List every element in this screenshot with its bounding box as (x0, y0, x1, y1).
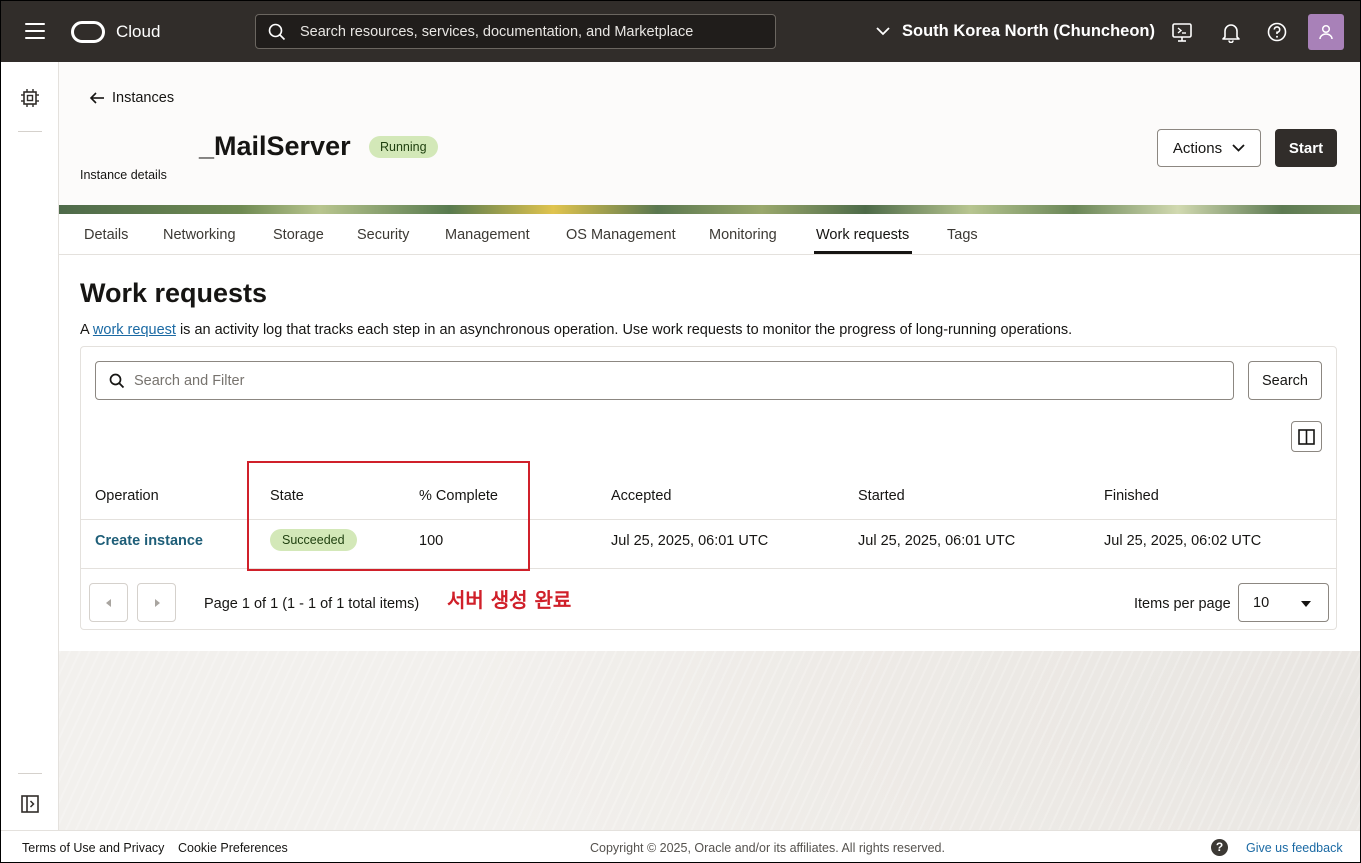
user-avatar[interactable] (1308, 14, 1344, 50)
page-title: _MailServer (199, 131, 351, 161)
next-page-button[interactable] (137, 583, 176, 622)
back-to-instances-link[interactable]: Instances (89, 90, 174, 106)
operation-link[interactable]: Create instance (95, 533, 203, 549)
column-header-finished[interactable]: Finished (1104, 488, 1159, 504)
tab-bar: Details Networking Storage Security Mana… (59, 214, 1360, 255)
feedback-link[interactable]: Give us feedback (1246, 841, 1343, 855)
column-header-operation[interactable]: Operation (95, 488, 159, 504)
description-suffix: is an activity log that tracks each step… (175, 322, 1073, 338)
items-per-page-label: Items per page (1134, 596, 1231, 612)
active-tab-indicator (814, 251, 912, 254)
page-header: Instances _MailServer Running Instance d… (59, 62, 1360, 205)
bell-icon[interactable] (1220, 21, 1242, 43)
arrow-left-icon (89, 92, 104, 104)
help-icon[interactable] (1266, 21, 1288, 43)
section-heading: Work requests (80, 278, 268, 308)
expand-panel-icon[interactable] (21, 795, 39, 813)
user-icon (1319, 24, 1333, 40)
start-button[interactable]: Start (1275, 129, 1337, 167)
column-header-started[interactable]: Started (858, 488, 905, 504)
tab-work-requests[interactable]: Work requests (816, 227, 909, 243)
top-navigation-bar: Cloud South Korea North (Chuncheon) (1, 1, 1360, 62)
items-per-page-value: 10 (1253, 595, 1270, 611)
tab-monitoring[interactable]: Monitoring (709, 227, 777, 243)
decorative-background (59, 651, 1360, 830)
back-link-label: Instances (112, 90, 175, 106)
decorative-banner (59, 205, 1360, 214)
finished-cell: Jul 25, 2025, 06:02 UTC (1104, 533, 1262, 549)
previous-page-button[interactable] (89, 583, 128, 622)
global-search[interactable] (255, 14, 776, 49)
global-search-input[interactable] (300, 15, 770, 48)
search-icon (109, 373, 125, 389)
compute-chip-icon[interactable] (20, 88, 40, 108)
chevron-down-icon (1232, 144, 1245, 152)
status-badge: Running (369, 136, 438, 158)
chevron-down-icon (876, 27, 890, 36)
actions-button-label: Actions (1172, 139, 1223, 157)
copyright-text: Copyright © 2025, Oracle and/or its affi… (590, 841, 945, 855)
started-cell: Jul 25, 2025, 06:01 UTC (858, 533, 1016, 549)
left-rail (1, 62, 59, 830)
column-header-accepted[interactable]: Accepted (611, 488, 671, 504)
work-requests-section: Work requests A work request is an activ… (59, 255, 1360, 651)
cookie-preferences-link[interactable]: Cookie Preferences (178, 841, 288, 855)
cloud-logo-text[interactable]: Cloud (116, 22, 160, 42)
help-icon[interactable]: ? (1211, 839, 1228, 856)
search-filter-input[interactable] (134, 362, 1224, 399)
tab-networking[interactable]: Networking (163, 227, 236, 243)
region-selector[interactable]: South Korea North (Chuncheon) (876, 22, 1155, 41)
menu-icon[interactable] (25, 23, 45, 39)
region-label: South Korea North (Chuncheon) (902, 22, 1155, 40)
rail-divider (18, 773, 42, 774)
annotation-text: 서버 생성 완료 (447, 588, 572, 612)
tab-os-management[interactable]: OS Management (566, 227, 676, 243)
tab-details[interactable]: Details (84, 227, 128, 243)
annotation-highlight-box (247, 461, 530, 571)
search-button[interactable]: Search (1248, 361, 1322, 400)
tab-tags[interactable]: Tags (947, 227, 978, 243)
tab-management[interactable]: Management (445, 227, 530, 243)
oracle-logo-icon[interactable] (71, 21, 105, 43)
chevron-left-icon (105, 598, 111, 607)
accepted-cell: Jul 25, 2025, 06:01 UTC (611, 533, 769, 549)
page-footer: Terms of Use and Privacy Cookie Preferen… (1, 830, 1360, 862)
column-settings-button[interactable] (1291, 421, 1322, 452)
tab-security[interactable]: Security (357, 227, 409, 243)
pagination-summary: Page 1 of 1 (1 - 1 of 1 total items) (204, 596, 420, 612)
rail-divider (18, 131, 42, 132)
columns-icon (1298, 428, 1315, 445)
page-subtitle: Instance details (80, 168, 167, 182)
search-filter-field[interactable] (95, 361, 1234, 400)
items-per-page-select[interactable]: 10 (1238, 583, 1329, 622)
work-request-help-link[interactable]: work request (93, 322, 176, 338)
actions-button[interactable]: Actions (1157, 129, 1261, 167)
cloud-shell-icon[interactable] (1171, 21, 1193, 43)
chevron-right-icon (154, 598, 160, 607)
description-prefix: A (80, 322, 93, 338)
caret-down-icon (1301, 601, 1311, 607)
section-description: A work request is an activity log that t… (80, 322, 1072, 338)
terms-link[interactable]: Terms of Use and Privacy (22, 841, 164, 855)
search-icon (268, 23, 286, 41)
tab-storage[interactable]: Storage (273, 227, 324, 243)
